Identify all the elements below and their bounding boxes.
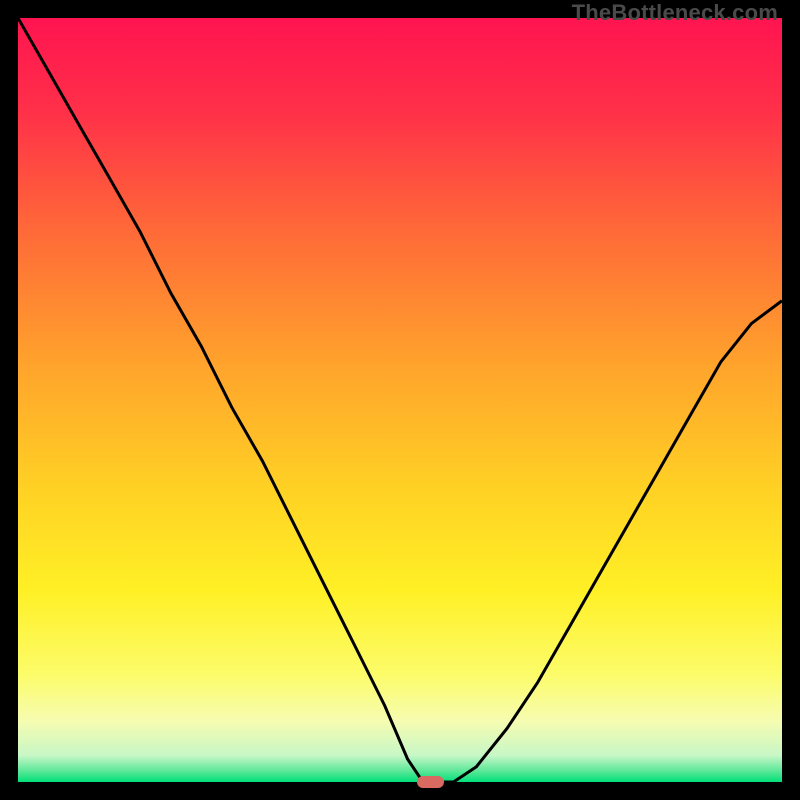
chart-frame xyxy=(18,18,782,782)
bottleneck-chart xyxy=(18,18,782,782)
chart-background xyxy=(18,18,782,782)
optimal-marker xyxy=(417,776,444,788)
watermark-text: TheBottleneck.com xyxy=(572,0,778,26)
